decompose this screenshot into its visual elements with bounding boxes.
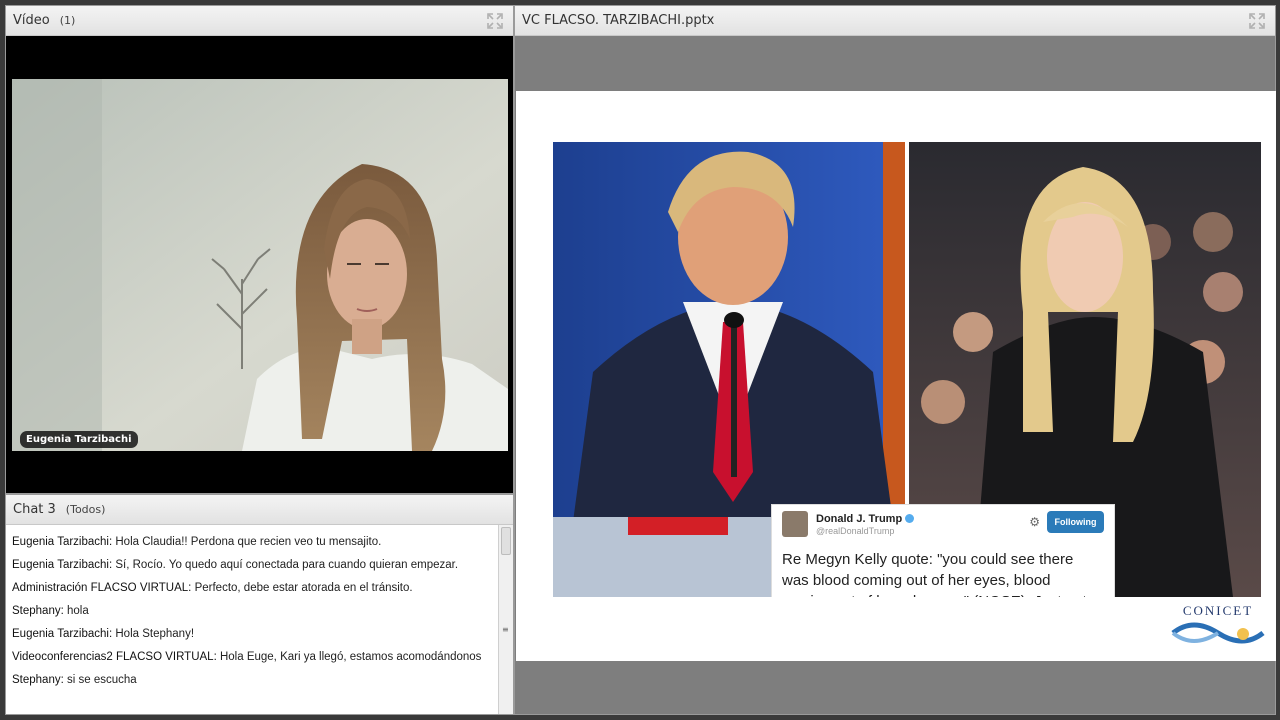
- chat-pod-title: Chat 3: [13, 502, 56, 517]
- chat-sender: Stephany:: [12, 674, 64, 686]
- participant-name-tag: Eugenia Tarzibachi: [20, 431, 138, 448]
- chat-message: Eugenia Tarzibachi: Hola Stephany!: [12, 623, 492, 646]
- video-pod: Vídeo (1) Eugenia Tarzibachi: [5, 5, 514, 494]
- chat-message: Administración FLACSO VIRTUAL: Perfecto,…: [12, 577, 492, 600]
- conicet-logo-text: CONICET: [1182, 603, 1254, 618]
- chat-text: hola: [67, 605, 89, 617]
- tweet-card: Donald J. Trump @realDonaldTrump ⚙ Follo…: [771, 504, 1115, 597]
- tweet-author-row: Donald J. Trump: [816, 513, 915, 525]
- tweet-text: Re Megyn Kelly quote: "you could see the…: [782, 551, 1087, 597]
- tweet-author-handle: @realDonaldTrump: [816, 526, 895, 536]
- chat-text: Perfecto, debe estar atorada en el tráns…: [194, 582, 413, 594]
- maximize-icon[interactable]: [1249, 13, 1265, 29]
- follow-button: Following: [1047, 511, 1104, 533]
- scrollbar-thumb[interactable]: [501, 527, 511, 555]
- chat-message: Stephany: si se escucha: [12, 669, 492, 692]
- video-pod-count: (1): [59, 14, 76, 27]
- tweet-avatar: [782, 511, 808, 537]
- chat-sender: Eugenia Tarzibachi:: [12, 559, 113, 571]
- maximize-icon[interactable]: [487, 13, 503, 29]
- video-pod-title: Vídeo: [13, 13, 50, 28]
- chat-sender: Administración FLACSO VIRTUAL:: [12, 582, 192, 594]
- chat-scrollbar[interactable]: ≡: [498, 525, 513, 714]
- chat-text: Hola Claudia!! Perdona que recien veo tu…: [115, 536, 382, 548]
- chat-sender: Eugenia Tarzibachi:: [12, 536, 113, 548]
- chat-message: Eugenia Tarzibachi: Sí, Rocío. Yo quedo …: [12, 554, 492, 577]
- chat-pod-scope[interactable]: (Todos): [66, 503, 106, 516]
- chat-message: Eugenia Tarzibachi: Hola Claudia!! Perdo…: [12, 531, 492, 554]
- chat-text: Sí, Rocío. Yo quedo aquí conectada para …: [115, 559, 459, 571]
- video-pod-header: Vídeo (1): [6, 6, 513, 36]
- conicet-logo: CONICET: [1168, 603, 1268, 647]
- chat-message: Videoconferencias2 FLACSO VIRTUAL: Hola …: [12, 646, 492, 669]
- chat-pod: Chat 3 (Todos) Eugenia Tarzibachi: Hola …: [5, 494, 514, 715]
- tweet-author-name: Donald J. Trump: [816, 513, 903, 525]
- share-pod-header: VC FLACSO. TARZIBACHI.pptx: [515, 6, 1275, 36]
- presentation-slide: Donald J. Trump @realDonaldTrump ⚙ Follo…: [516, 91, 1276, 661]
- verified-icon: [905, 514, 915, 523]
- chat-sender: Videoconferencias2 FLACSO VIRTUAL:: [12, 651, 217, 663]
- chat-pod-header: Chat 3 (Todos): [6, 495, 513, 525]
- chat-text: Hola Euge, Kari ya llegó, estamos acomod…: [219, 651, 482, 663]
- share-pod: VC FLACSO. TARZIBACHI.pptx Donald J. Tru…: [514, 5, 1276, 715]
- gear-icon: ⚙: [1029, 515, 1040, 529]
- chat-text: si se escucha: [67, 674, 137, 686]
- chat-sender: Stephany:: [12, 605, 64, 617]
- webcam-feed[interactable]: Eugenia Tarzibachi: [12, 79, 508, 451]
- video-area: Eugenia Tarzibachi: [6, 36, 513, 493]
- chat-message-list[interactable]: Eugenia Tarzibachi: Hola Claudia!! Perdo…: [6, 525, 498, 714]
- chat-text: Hola Stephany!: [115, 628, 195, 640]
- slide-photo: Donald J. Trump @realDonaldTrump ⚙ Follo…: [553, 142, 1261, 597]
- chat-message: Stephany: hola: [12, 600, 492, 623]
- webcam-image: [12, 79, 508, 451]
- chat-sender: Eugenia Tarzibachi:: [12, 628, 113, 640]
- conicet-logo-mark: [1171, 622, 1265, 644]
- scrollbar-grip-icon: ≡: [502, 625, 509, 634]
- share-pod-title: VC FLACSO. TARZIBACHI.pptx: [522, 13, 715, 28]
